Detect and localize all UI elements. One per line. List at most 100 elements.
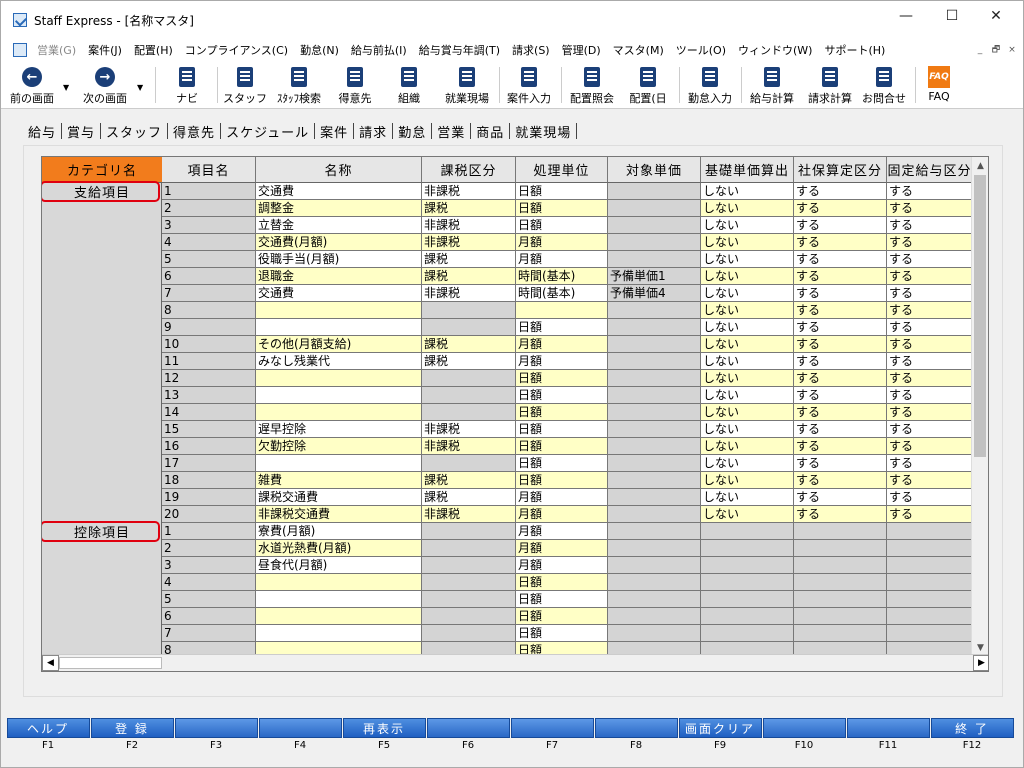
back-dropdown-icon[interactable]: ▼ <box>63 83 69 92</box>
cell-unit[interactable]: 月額 <box>516 234 608 251</box>
cell-name[interactable] <box>256 387 422 404</box>
cell-n[interactable]: 20 <box>162 506 256 523</box>
cell-base[interactable]: しない <box>701 506 794 523</box>
cell-name[interactable]: 立替金 <box>256 217 422 234</box>
table-row[interactable]: 5 役職手当(月額) 課税 月額 しない する する <box>162 251 973 268</box>
fkey-f3[interactable]: F3 <box>174 718 258 764</box>
table-row[interactable]: 11 みなし残業代 課税 月額 しない する する <box>162 353 973 370</box>
cell-price[interactable] <box>608 387 701 404</box>
menu-item-2[interactable]: 配置(H) <box>128 42 179 58</box>
faq-button[interactable]: FAQ FAQ <box>919 63 959 107</box>
cell-shaho[interactable] <box>794 574 887 591</box>
cell-price[interactable] <box>608 404 701 421</box>
cell-price[interactable] <box>608 421 701 438</box>
cell-fixed[interactable]: する <box>887 302 973 319</box>
staff-search-button[interactable]: ｽﾀｯﾌ検索 <box>271 63 327 107</box>
cell-tax[interactable] <box>422 319 516 336</box>
cell-shaho[interactable] <box>794 608 887 625</box>
cell-tax[interactable] <box>422 574 516 591</box>
cell-base[interactable] <box>701 557 794 574</box>
cell-n[interactable]: 5 <box>162 251 256 268</box>
menu-item-10[interactable]: ツール(O) <box>670 42 732 58</box>
cell-price[interactable] <box>608 438 701 455</box>
cell-name[interactable] <box>256 455 422 472</box>
next-button[interactable]: → 次の画面 <box>77 63 133 107</box>
cell-base[interactable]: しない <box>701 285 794 302</box>
cell-price[interactable] <box>608 472 701 489</box>
cell-tax[interactable] <box>422 455 516 472</box>
fkey-button[interactable]: ヘルプ <box>6 718 90 738</box>
cell-fixed[interactable]: する <box>887 285 973 302</box>
table-row[interactable]: 18 雑費 課税 日額 しない する する <box>162 472 973 489</box>
cell-unit[interactable]: 月額 <box>516 251 608 268</box>
fkey-f4[interactable]: F4 <box>258 718 342 764</box>
cell-unit[interactable]: 月額 <box>516 489 608 506</box>
cell-tax[interactable] <box>422 370 516 387</box>
cell-n[interactable]: 4 <box>162 574 256 591</box>
cell-shaho[interactable]: する <box>794 489 887 506</box>
fkey-f9[interactable]: 画面クリア F9 <box>678 718 762 764</box>
cell-n[interactable]: 2 <box>162 200 256 217</box>
cell-name[interactable]: 調整金 <box>256 200 422 217</box>
table-row[interactable]: 1 交通費 非課税 日額 しない する する <box>162 183 973 200</box>
cell-base[interactable] <box>701 625 794 642</box>
cell-fixed[interactable]: する <box>887 183 973 200</box>
cell-n[interactable]: 7 <box>162 285 256 302</box>
navi-button[interactable]: ナビ <box>167 63 207 107</box>
tab-9[interactable]: 商品 <box>471 122 509 141</box>
cell-base[interactable] <box>701 591 794 608</box>
cell-shaho[interactable] <box>794 557 887 574</box>
tab-0[interactable]: 給与 <box>23 122 61 141</box>
table-row[interactable]: 4 日額 <box>162 574 973 591</box>
table-row[interactable]: 17 日額 しない する する <box>162 455 973 472</box>
cell-base[interactable]: しない <box>701 353 794 370</box>
cell-tax[interactable]: 課税 <box>422 353 516 370</box>
cell-base[interactable]: しない <box>701 370 794 387</box>
menu-item-0[interactable]: 営業(G) <box>31 42 82 58</box>
cell-n[interactable]: 5 <box>162 591 256 608</box>
maximize-button[interactable]: ☐ <box>929 1 975 31</box>
cell-fixed[interactable]: する <box>887 370 973 387</box>
assign-ref-button[interactable]: 配置照会 <box>565 63 619 107</box>
cell-price[interactable] <box>608 506 701 523</box>
cell-fixed[interactable]: する <box>887 217 973 234</box>
name-master-grid[interactable]: カテゴリ名 支給項目 控除項目 項目名 名称 課税区分 処理単位 対象単価 基礎単価算出社… <box>41 156 989 672</box>
cell-n[interactable]: 16 <box>162 438 256 455</box>
cell-price[interactable] <box>608 217 701 234</box>
mdi-close-button[interactable]: × <box>1005 43 1019 57</box>
column-header-6[interactable]: 社保算定区分 <box>794 157 887 183</box>
cell-name[interactable]: 寮費(月額) <box>256 523 422 540</box>
mdi-restore-button[interactable]: 🗗 <box>989 43 1003 57</box>
cell-fixed[interactable]: する <box>887 353 973 370</box>
cell-price[interactable] <box>608 591 701 608</box>
cell-unit[interactable]: 月額 <box>516 506 608 523</box>
tab-5[interactable]: 案件 <box>315 122 353 141</box>
cell-price[interactable] <box>608 557 701 574</box>
cell-fixed[interactable]: する <box>887 404 973 421</box>
table-row[interactable]: 13 日額 しない する する <box>162 387 973 404</box>
cell-shaho[interactable]: する <box>794 421 887 438</box>
cell-tax[interactable]: 課税 <box>422 472 516 489</box>
cell-tax[interactable] <box>422 523 516 540</box>
table-row[interactable]: 6 退職金 課税 時間(基本) 予備単価1 しない する する <box>162 268 973 285</box>
table-row[interactable]: 10 その他(月額支給) 課税 月額 しない する する <box>162 336 973 353</box>
site-button[interactable]: 就業現場 <box>441 63 493 107</box>
cell-fixed[interactable]: する <box>887 268 973 285</box>
cell-name[interactable]: 雑費 <box>256 472 422 489</box>
fkey-f12[interactable]: 終 了 F12 <box>930 718 1014 764</box>
table-row[interactable]: 2 調整金 課税 日額 しない する する <box>162 200 973 217</box>
cell-price[interactable] <box>608 455 701 472</box>
cell-n[interactable]: 14 <box>162 404 256 421</box>
cell-tax[interactable]: 課税 <box>422 268 516 285</box>
cell-base[interactable] <box>701 523 794 540</box>
cell-base[interactable]: しない <box>701 336 794 353</box>
cell-tax[interactable]: 非課税 <box>422 506 516 523</box>
cell-name[interactable]: 水道光熱費(月額) <box>256 540 422 557</box>
cell-fixed[interactable] <box>887 625 973 642</box>
cell-unit[interactable]: 時間(基本) <box>516 285 608 302</box>
client-button[interactable]: 得意先 <box>333 63 377 107</box>
minimize-button[interactable]: — <box>883 1 929 31</box>
cell-n[interactable]: 8 <box>162 302 256 319</box>
cell-unit[interactable]: 月額 <box>516 353 608 370</box>
cell-price[interactable] <box>608 234 701 251</box>
